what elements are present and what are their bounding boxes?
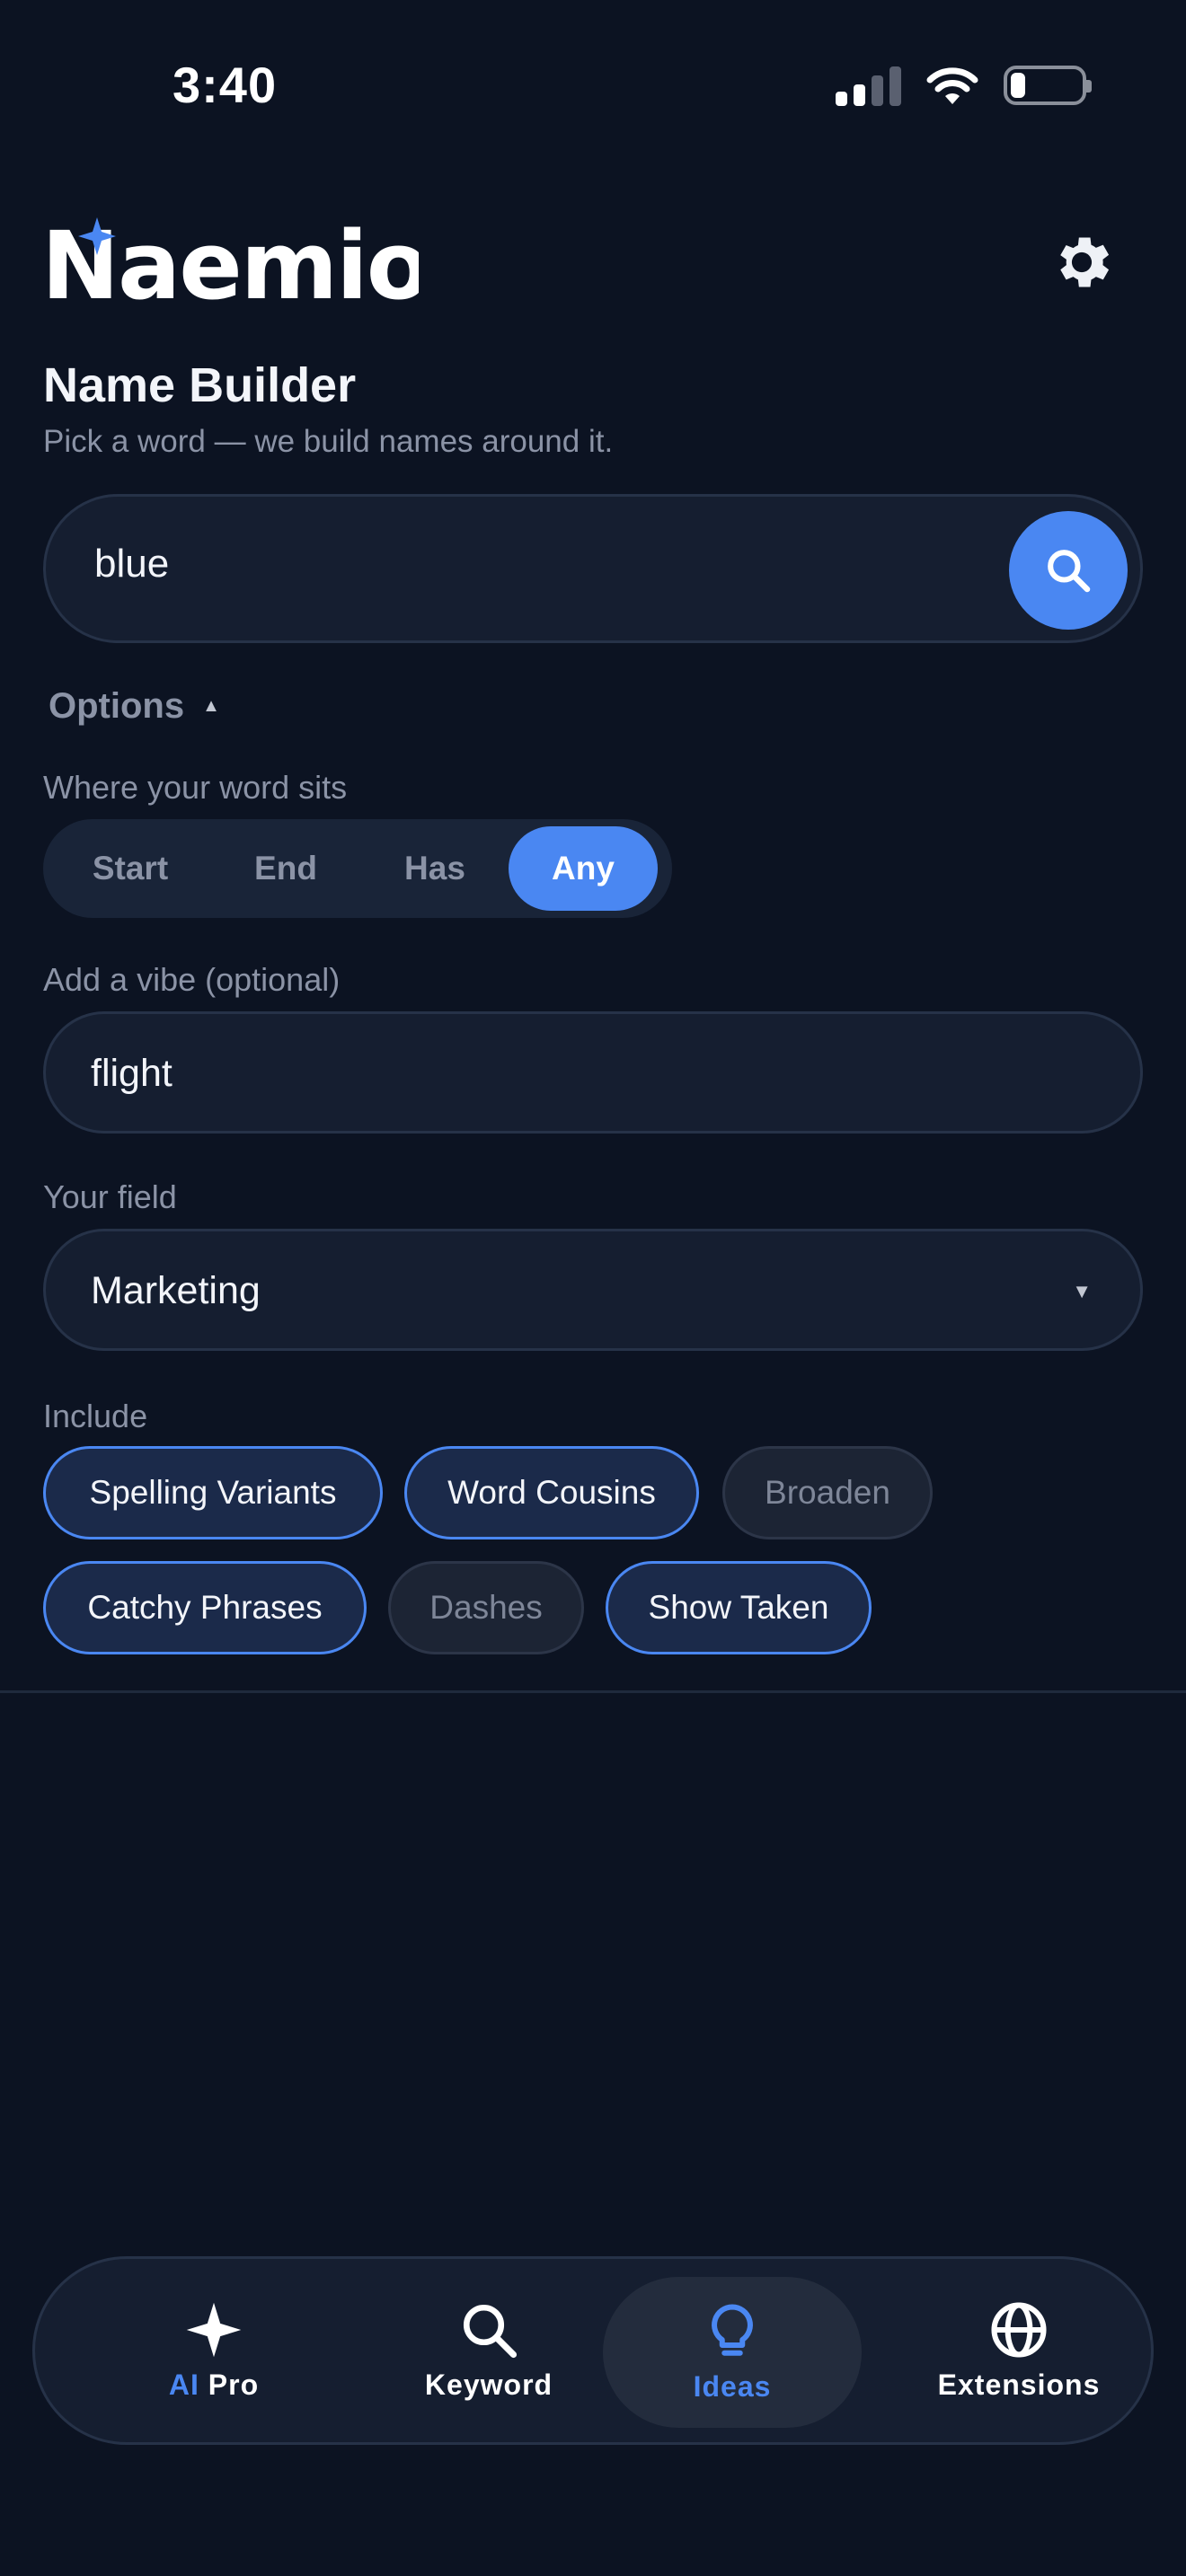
nav-label-ideas: Ideas: [693, 2369, 772, 2403]
chip-show-taken[interactable]: Show Taken: [606, 1561, 872, 1654]
vibe-value: flight: [91, 1052, 173, 1095]
caret-up-icon: ▲: [202, 696, 220, 716]
chip-broaden[interactable]: Broaden: [722, 1446, 933, 1539]
segment-end[interactable]: End: [210, 826, 361, 911]
nav-label-pro: Pro: [208, 2368, 260, 2401]
page-subtitle: Pick a word — we build names around it.: [43, 424, 614, 459]
nav-item-extensions[interactable]: Extensions: [889, 2259, 1149, 2442]
chip-dashes[interactable]: Dashes: [388, 1561, 584, 1654]
search-button[interactable]: [1009, 511, 1128, 630]
nav-item-ideas[interactable]: Ideas: [603, 2277, 862, 2428]
page-title: Name Builder: [43, 358, 357, 412]
bottom-nav: AI Pro Keyword Ideas Extensions: [32, 2256, 1154, 2445]
settings-button[interactable]: [1048, 228, 1116, 296]
chip-spelling-variants[interactable]: Spelling Variants: [43, 1446, 383, 1539]
nav-item-keyword[interactable]: Keyword: [358, 2259, 619, 2442]
nav-item-ai-pro[interactable]: AI Pro: [84, 2259, 344, 2442]
segment-start[interactable]: Start: [50, 826, 210, 911]
segment-any[interactable]: Any: [509, 826, 658, 911]
search-icon: [463, 2304, 518, 2358]
battery-icon: [1004, 66, 1092, 105]
gear-icon: [1060, 237, 1110, 287]
include-label: Include: [43, 1398, 148, 1434]
search-icon: [1048, 550, 1091, 593]
section-divider: [0, 1690, 1186, 1693]
sparkle-icon: [186, 2302, 242, 2357]
field-select[interactable]: Marketing ▼: [43, 1229, 1143, 1351]
segment-has[interactable]: Has: [361, 826, 509, 911]
search-bar: [43, 494, 1143, 643]
nav-label-extensions: Extensions: [937, 2368, 1101, 2401]
chevron-down-icon: ▼: [1072, 1280, 1092, 1302]
status-icons: [836, 63, 1092, 108]
field-label: Your field: [43, 1178, 177, 1215]
field-select-value: Marketing: [91, 1269, 261, 1312]
search-input[interactable]: [94, 542, 903, 587]
globe-icon: [991, 2301, 1047, 2358]
position-label: Where your word sits: [43, 769, 348, 806]
nav-ai-accent: AI: [168, 2368, 199, 2401]
options-toggle[interactable]: Options ▲: [49, 686, 220, 727]
position-segmented-control: Start End Has Any: [43, 819, 672, 918]
vibe-label: Add a vibe (optional): [43, 961, 341, 998]
status-time: 3:40: [173, 57, 278, 113]
vibe-field[interactable]: flight: [43, 1011, 1143, 1134]
chip-catchy-phrases[interactable]: Catchy Phrases: [43, 1561, 367, 1654]
lightbulb-icon: [712, 2304, 753, 2356]
options-toggle-label: Options: [49, 686, 185, 726]
cellular-signal-icon: [836, 65, 901, 106]
chip-word-cousins[interactable]: Word Cousins: [404, 1446, 699, 1539]
wifi-icon: [926, 67, 978, 104]
nav-label-keyword: Keyword: [424, 2368, 553, 2401]
app-logo: Naemio: [41, 211, 430, 321]
